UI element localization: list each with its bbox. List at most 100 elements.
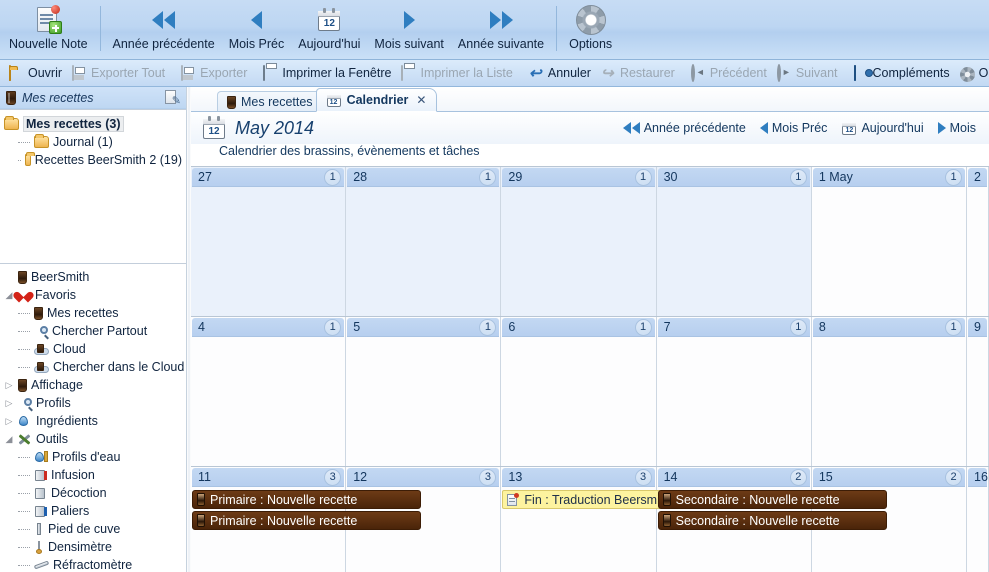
ribbon-button-aujourdhui[interactable]: 12 Aujourd'hui bbox=[291, 0, 367, 59]
calendar-day-cell[interactable]: 7 1 bbox=[657, 317, 812, 466]
day-body[interactable]: Fin : Traduction Beersmith bbox=[501, 487, 655, 572]
calendar-day-cell[interactable]: 16 bbox=[967, 467, 989, 572]
tree-item-refractometre[interactable]: Réfractomètre bbox=[4, 556, 186, 572]
calendar-day-cell[interactable]: 1 May 1 bbox=[812, 167, 967, 316]
calendar-day-cell[interactable]: 13 3 Fin : Traduction Beersmith bbox=[501, 467, 656, 572]
ribbon-button-mois-suivant[interactable]: Mois suivant bbox=[367, 0, 450, 59]
tab-mes-recettes[interactable]: Mes recettes bbox=[217, 91, 324, 112]
calendar-day-cell[interactable]: 27 1 bbox=[191, 167, 346, 316]
tree-item-outils[interactable]: ◢ Outils bbox=[4, 430, 186, 448]
tree-item-ingredients[interactable]: ▷ Ingrédients bbox=[4, 412, 186, 430]
tree-twisty-expanded[interactable]: ◢ bbox=[4, 434, 14, 445]
ribbon-button-annee-precedente[interactable]: Année précédente bbox=[106, 0, 222, 59]
tree-item-favoris[interactable]: ◢ Favoris bbox=[4, 286, 186, 304]
toolbar-button-exporter-tout[interactable]: Exporter Tout bbox=[67, 66, 170, 81]
ribbon-button-nouvelle-note[interactable]: Nouvelle Note bbox=[2, 0, 95, 59]
calendar-day-cell[interactable]: 11 3 Primaire : Nouvelle recette Primair… bbox=[191, 467, 346, 572]
calendar-day-cell[interactable]: 2 bbox=[967, 167, 989, 316]
edit-page-icon[interactable]: ✎ bbox=[164, 90, 180, 105]
day-body[interactable] bbox=[657, 187, 811, 316]
day-body[interactable] bbox=[967, 487, 988, 572]
toolbar-button-ouvrir[interactable]: Ouvrir bbox=[4, 66, 67, 81]
nav-button-aujourdhui[interactable]: 12 Aujourd'hui bbox=[834, 121, 930, 136]
day-body[interactable] bbox=[501, 337, 655, 466]
calendar-day-cell[interactable]: 6 1 bbox=[501, 317, 656, 466]
close-icon[interactable]: ✕ bbox=[416, 93, 426, 107]
toolbar-button-restaurer[interactable]: ↪ Restaurer bbox=[596, 66, 680, 81]
folder-icon bbox=[25, 154, 30, 166]
right-arrow-icon bbox=[404, 3, 415, 37]
day-count-badge: 1 bbox=[635, 169, 652, 186]
calendar-day-cell[interactable]: 30 1 bbox=[657, 167, 812, 316]
toolbar-button-annuler[interactable]: ↩ Annuler bbox=[524, 66, 596, 81]
main-area: Mes recettes ✎ Mes recettes (3) Journal … bbox=[0, 87, 989, 572]
calendar-day-cell[interactable]: 4 1 bbox=[191, 317, 346, 466]
day-body[interactable] bbox=[346, 187, 500, 316]
nav-label: Mois Préc bbox=[772, 121, 828, 135]
calendar-day-cell[interactable]: 14 2 Secondaire : Nouvelle recette Secon… bbox=[657, 467, 812, 572]
nav-button-annee-precedente[interactable]: Année précédente bbox=[616, 121, 753, 135]
navigation-tree[interactable]: BeerSmith ◢ Favoris Mes recettes Cherche… bbox=[0, 264, 186, 572]
tree-item-densimetre[interactable]: Densimètre bbox=[4, 538, 186, 556]
tab-calendrier[interactable]: 12 Calendrier ✕ bbox=[316, 88, 438, 112]
tree-item-profils-deau[interactable]: Profils d'eau bbox=[4, 448, 186, 466]
day-body[interactable] bbox=[191, 337, 345, 466]
tree-label: Cloud bbox=[53, 342, 86, 356]
tree-item-infusion[interactable]: Infusion bbox=[4, 466, 186, 484]
toolbar-button-exporter[interactable]: Exporter bbox=[176, 66, 252, 81]
tree-item-chercher-partout[interactable]: Chercher Partout bbox=[4, 322, 186, 340]
calendar-nav: Année précédente Mois Préc 12 Aujourd'hu… bbox=[616, 121, 983, 136]
tree-item-paliers[interactable]: Paliers bbox=[4, 502, 186, 520]
tree-item-chercher-dans-le-cloud[interactable]: Chercher dans le Cloud bbox=[4, 358, 186, 376]
toolbar-button-complements[interactable]: Compléments bbox=[849, 66, 955, 81]
ribbon-button-options[interactable]: Options bbox=[562, 0, 619, 59]
calendar-day-cell[interactable]: 8 1 bbox=[812, 317, 967, 466]
tree-item-decoction[interactable]: Décoction bbox=[4, 484, 186, 502]
day-body[interactable] bbox=[346, 337, 500, 466]
folder-item-recettes-beersmith-2[interactable]: Recettes BeerSmith 2 (19) bbox=[4, 151, 182, 169]
calendar-day-cell[interactable]: 9 bbox=[967, 317, 989, 466]
calendar-day-cell[interactable]: 5 1 bbox=[346, 317, 501, 466]
tree-twisty-collapsed[interactable]: ▷ bbox=[4, 398, 14, 409]
tree-item-affichage[interactable]: ▷ Affichage bbox=[4, 376, 186, 394]
recipe-folder-tree[interactable]: Mes recettes (3) Journal (1) Recettes Be… bbox=[0, 109, 186, 264]
calendar-event-brew[interactable]: Secondaire : Nouvelle recette bbox=[658, 490, 887, 509]
day-body[interactable] bbox=[967, 187, 988, 316]
calendar-event-brew[interactable]: Secondaire : Nouvelle recette bbox=[658, 511, 887, 530]
ribbon-button-mois-prec[interactable]: Mois Préc bbox=[222, 0, 292, 59]
day-body[interactable]: Primaire : Nouvelle recette Primaire : N… bbox=[191, 487, 345, 572]
tree-item-profils[interactable]: ▷ Profils bbox=[4, 394, 186, 412]
folder-item-journal[interactable]: Journal (1) bbox=[4, 133, 182, 151]
day-body[interactable]: Secondaire : Nouvelle recette Secondaire… bbox=[657, 487, 811, 572]
toolbar-button-options[interactable]: Options bbox=[955, 66, 989, 81]
day-number: 12 bbox=[353, 470, 479, 484]
toolbar-button-imprimer-la-liste[interactable]: Imprimer la Liste bbox=[396, 66, 517, 81]
calendar-event-brew[interactable]: Primaire : Nouvelle recette bbox=[192, 490, 421, 509]
nav-button-mois-suivant[interactable]: Mois bbox=[931, 121, 983, 135]
nav-button-mois-prec[interactable]: Mois Préc bbox=[753, 121, 835, 135]
day-body[interactable] bbox=[191, 187, 345, 316]
tree-item-cloud[interactable]: Cloud bbox=[4, 340, 186, 358]
day-body[interactable] bbox=[812, 337, 966, 466]
calendar-day-cell[interactable]: 28 1 bbox=[346, 167, 501, 316]
tree-item-pied-de-cuve[interactable]: Pied de cuve bbox=[4, 520, 186, 538]
tree-item-beersmith[interactable]: BeerSmith bbox=[4, 268, 186, 286]
toolbar-button-imprimer-la-fenetre[interactable]: Imprimer la Fenêtre bbox=[258, 66, 396, 81]
folder-item-mes-recettes[interactable]: Mes recettes (3) bbox=[4, 115, 182, 133]
toolbar-label: Suivant bbox=[796, 66, 838, 80]
day-body[interactable] bbox=[812, 187, 966, 316]
cloud-icon bbox=[34, 344, 49, 355]
day-count-badge: 1 bbox=[635, 319, 652, 336]
ribbon-button-annee-suivante[interactable]: Année suivante bbox=[451, 0, 551, 59]
calendar-event-brew[interactable]: Primaire : Nouvelle recette bbox=[192, 511, 421, 530]
day-body[interactable] bbox=[657, 337, 811, 466]
day-body[interactable] bbox=[501, 187, 655, 316]
tree-twisty-collapsed[interactable]: ▷ bbox=[4, 380, 14, 391]
toolbar-button-precedent[interactable]: ◄ Précédent bbox=[686, 66, 772, 81]
tree-item-mes-recettes[interactable]: Mes recettes bbox=[4, 304, 186, 322]
calendar-day-cell[interactable]: 29 1 bbox=[501, 167, 656, 316]
toolbar-label: Annuler bbox=[548, 66, 591, 80]
day-body[interactable] bbox=[967, 337, 988, 466]
tree-twisty-collapsed[interactable]: ▷ bbox=[4, 416, 14, 427]
toolbar-button-suivant[interactable]: ► Suivant bbox=[772, 66, 843, 81]
